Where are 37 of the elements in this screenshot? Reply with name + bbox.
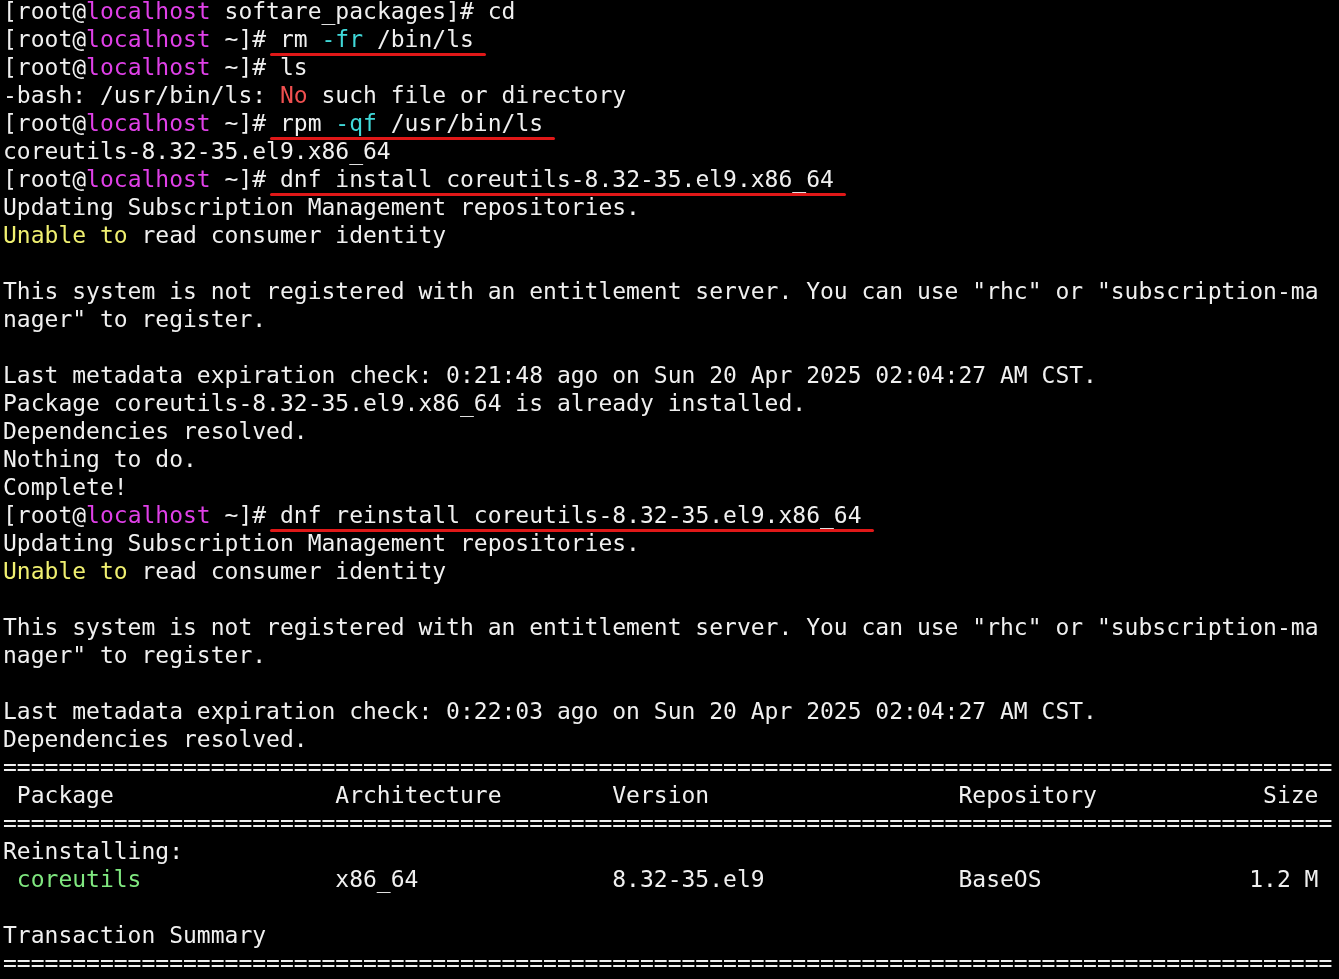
command-text: cd <box>487 1 516 21</box>
prompt-text: [root@ <box>3 29 87 49</box>
prompt-text: localhost <box>86 1 211 21</box>
output-text: Unable to <box>3 561 128 581</box>
prompt-text: localhost <box>86 29 211 49</box>
prompt-text: [root@ <box>3 113 87 133</box>
separator-line: ================================================================================================ <box>3 757 1333 777</box>
output-text: No <box>279 85 308 105</box>
command-text: -fr <box>321 29 364 49</box>
command-text: /usr/bin/ls <box>389 113 544 133</box>
prompt-text: localhost <box>86 57 211 77</box>
command-text: /bin/ls <box>375 29 474 49</box>
prompt-text: localhost <box>86 505 211 525</box>
separator-line: ================================================================================================ <box>3 813 1333 833</box>
command-text: ls <box>279 57 308 77</box>
prompt-text: localhost <box>86 113 211 133</box>
output-text: -bash: /usr/bin/ls: <box>3 85 268 105</box>
prompt-text: [root@ <box>3 57 87 77</box>
prompt-text: ~]# <box>223 169 268 189</box>
table-cell: 8.32-35.el9 <box>612 869 765 889</box>
table-cell: Version <box>612 785 710 805</box>
prompt-text: ~]# <box>223 113 268 133</box>
prompt-text: [root@ <box>3 169 87 189</box>
table-cell: BaseOS <box>958 869 1042 889</box>
table-cell: Architecture <box>335 785 502 805</box>
table-cell: coreutils <box>16 869 142 889</box>
prompt-text: localhost <box>86 169 211 189</box>
prompt-text: ~]# <box>223 505 268 525</box>
prompt-text: ~]# <box>223 29 268 49</box>
separator-line: ================================================================================================ <box>3 953 1333 973</box>
prompt-text: ~]# <box>223 57 268 77</box>
prompt-text: [root@ <box>3 1 87 21</box>
prompt-text: [root@ <box>3 505 87 525</box>
table-cell: 1.2 M <box>1249 869 1319 889</box>
output-text: Unable to <box>3 225 128 245</box>
table-cell: Size <box>1263 785 1319 805</box>
command-text: rm <box>279 29 309 49</box>
